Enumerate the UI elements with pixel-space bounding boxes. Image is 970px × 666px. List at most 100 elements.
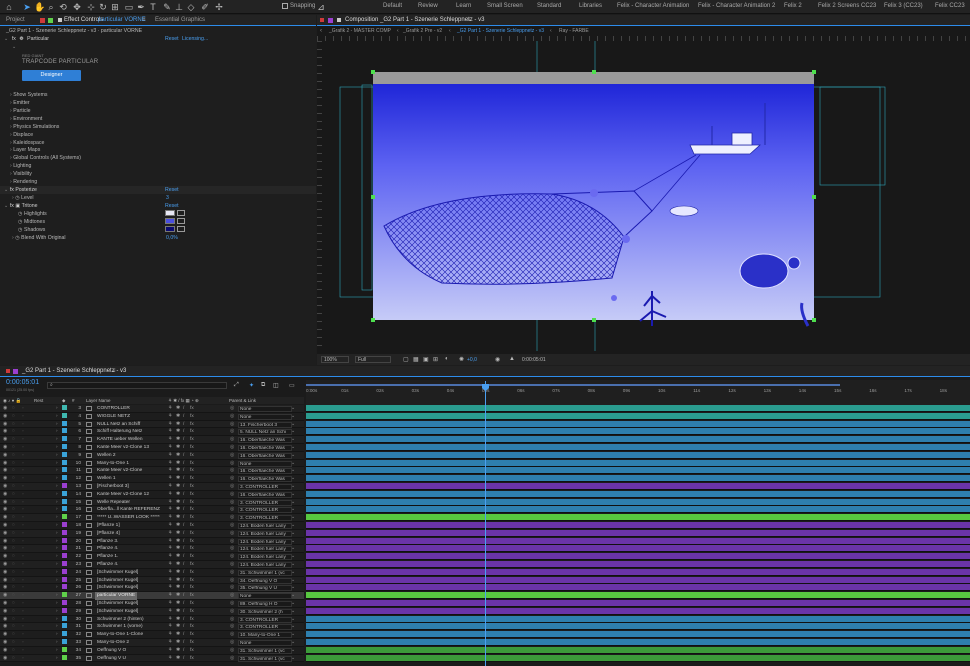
quality-switch-icon[interactable]: /	[183, 522, 184, 530]
label-color-chip[interactable]	[62, 529, 67, 535]
quality-switch-icon[interactable]: /	[183, 506, 184, 514]
solo-toggle[interactable]: ○	[12, 460, 15, 468]
layer-duration-bar[interactable]	[306, 459, 970, 467]
fx-switch[interactable]: fx	[190, 647, 194, 655]
quality-switch-icon[interactable]: /	[183, 467, 184, 475]
layer-name[interactable]: Welle Repeater	[95, 499, 132, 507]
fx-switch[interactable]: fx	[190, 623, 194, 631]
lock-toggle[interactable]: ▫	[22, 545, 24, 553]
pickwhip-icon[interactable]: ◎	[230, 428, 234, 436]
tab-essential-graphics[interactable]: Essential Graphics	[155, 17, 205, 23]
eraser-tool-icon[interactable]: ◇	[186, 2, 196, 12]
layer-name[interactable]: Kante Meer v2-Clone 13	[95, 444, 151, 452]
collapse-switch-icon[interactable]: ✱	[176, 569, 180, 577]
shy-switch-icon[interactable]: ⚘	[168, 467, 172, 475]
group-emitter[interactable]: › Emitter	[10, 99, 30, 107]
pickwhip-icon[interactable]: ◎	[230, 499, 234, 507]
fx-switch[interactable]: fx	[190, 553, 194, 561]
lock-toggle[interactable]: ▫	[22, 514, 24, 522]
layer-row[interactable]: ◉ ○ ▫ › 6 Schiff Halterung Netz ⚘ ✱ / fx ◎ 5. NULL …	[0, 428, 304, 437]
solo-toggle[interactable]: ○	[12, 584, 15, 592]
workspace-small-screen[interactable]: Small Screen	[487, 3, 523, 9]
visibility-eye-icon[interactable]: ◉	[3, 405, 7, 413]
chevron-down-icon[interactable]: ⌄	[291, 623, 295, 631]
fx-switch[interactable]: fx	[190, 608, 194, 616]
parent-select[interactable]: None	[238, 640, 292, 646]
expand-triangle-icon[interactable]: ›	[56, 413, 58, 421]
chevron-down-icon[interactable]: ⌄	[291, 639, 295, 647]
layer-row[interactable]: ◉ ○ ▫ › 11 Kante Meer v2-Clone ⚘ ✱ / fx ◎ 16. Oberf…	[0, 467, 304, 476]
label-color-chip[interactable]	[62, 568, 67, 574]
quality-switch-icon[interactable]: /	[183, 592, 184, 600]
layer-duration-bar[interactable]	[306, 568, 970, 576]
expand-triangle-icon[interactable]: ›	[56, 514, 58, 522]
fx-switch[interactable]: fx	[190, 639, 194, 647]
layer-row[interactable]: ◉ ○ ▫ › 19 [Pflanze 4] ⚘ ✱ / fx ◎ 124. Boden fuer L…	[0, 529, 304, 538]
layer-duration-bar[interactable]	[306, 498, 970, 506]
pickwhip-icon[interactable]: ◎	[230, 467, 234, 475]
lock-toggle[interactable]: ▫	[22, 584, 24, 592]
pickwhip-icon[interactable]: ◎	[230, 491, 234, 499]
layer-duration-bar[interactable]	[306, 529, 970, 537]
layer-name[interactable]: [Pflanze 1]	[95, 522, 122, 530]
chevron-down-icon[interactable]: ⌄	[291, 538, 295, 546]
visibility-eye-icon[interactable]: ◉	[3, 538, 7, 546]
collapse-switch-icon[interactable]: ✱	[176, 647, 180, 655]
mask-visibility-icon[interactable]: ▣	[423, 356, 429, 363]
puppet-tool-icon[interactable]: ✢	[214, 2, 224, 12]
pickwhip-icon[interactable]: ◎	[230, 616, 234, 624]
label-color-chip[interactable]	[62, 483, 67, 488]
chevron-down-icon[interactable]: ⌄	[291, 545, 295, 553]
layer-duration-bar[interactable]	[306, 623, 970, 631]
parent-select[interactable]: 10. Many-to-One 1	[238, 632, 292, 639]
lock-toggle[interactable]: ▫	[22, 569, 24, 577]
expand-triangle-icon[interactable]: ›	[56, 616, 58, 624]
label-color-chip[interactable]	[62, 561, 67, 566]
workspace-felix-2[interactable]: Felix 2	[784, 3, 802, 9]
lock-icon[interactable]	[337, 18, 341, 22]
parent-select[interactable]: 31. Schwimmer 1 (vc	[238, 569, 292, 576]
layer-row[interactable]: ◉ ○ ▫ › 26 [Schwimmer Kugel] ⚘ ✱ / fx ◎ 35. Oeffnun…	[0, 584, 304, 593]
lock-toggle[interactable]: ▫	[22, 467, 24, 475]
quality-switch-icon[interactable]: /	[183, 538, 184, 546]
lock-toggle[interactable]: ▫	[22, 647, 24, 655]
solo-toggle[interactable]: ○	[12, 421, 15, 429]
panel-menu-icon[interactable]: ≡	[467, 17, 471, 23]
collapse-switch-icon[interactable]: ✱	[176, 561, 180, 569]
highlights-color-swatch[interactable]	[165, 210, 175, 216]
rest-column-header[interactable]: Rest	[34, 397, 43, 404]
breadcrumb-current[interactable]: _G2 Part 1 - Szenerie Schleppnetz - v3	[457, 28, 544, 34]
quality-switch-icon[interactable]: /	[183, 405, 184, 413]
parent-select[interactable]: None	[238, 593, 292, 600]
quality-switch-icon[interactable]: /	[183, 545, 184, 553]
exposure-icon[interactable]: ✺	[459, 356, 464, 363]
chevron-down-icon[interactable]: ⌄	[291, 608, 295, 616]
fx-switch[interactable]: fx	[190, 538, 194, 546]
parent-select[interactable]: None	[238, 406, 292, 412]
timeline-timecode[interactable]: 0:00:05:01	[6, 379, 39, 386]
home-icon[interactable]: ⌂	[4, 2, 14, 12]
collapse-switch-icon[interactable]: ✱	[176, 608, 180, 616]
layer-name[interactable]: Kante Meer v2-Clone 12	[95, 491, 151, 499]
close-icon[interactable]	[40, 18, 45, 23]
lock-toggle[interactable]: ▫	[22, 499, 24, 507]
shy-switch-icon[interactable]: ⚘	[168, 421, 172, 429]
pickwhip-icon[interactable]: ◎	[230, 561, 234, 569]
expand-triangle-icon[interactable]: ›	[56, 506, 58, 514]
chevron-down-icon[interactable]: ⌄	[291, 522, 295, 530]
layer-row[interactable]: ◉ ○ ▫ › 4 WIGGLE NETZ ⚘ ✱ / fx ◎ None ⌄	[0, 412, 304, 421]
parent-select[interactable]: 31. Schwimmer 1 (vc	[238, 655, 292, 662]
fx-switch[interactable]: fx	[190, 655, 194, 663]
pan-behind-tool-icon[interactable]: ⊞	[110, 2, 120, 12]
shy-switch-icon[interactable]: ⚘	[168, 491, 172, 499]
expand-triangle-icon[interactable]: ›	[56, 491, 58, 499]
collapse-switch-icon[interactable]: ✱	[176, 499, 180, 507]
parent-select[interactable]: 124. Boden fuer Lany	[238, 523, 292, 529]
collapse-switch-icon[interactable]: ✱	[176, 475, 180, 483]
layer-row[interactable]: ◉ ○ ▫ › 16 Oberfla...ll Kante REFERENZ ⚘ ✱ / fx ◎ 3…	[0, 506, 304, 515]
fx-switch[interactable]: fx	[190, 616, 194, 624]
layer-row[interactable]: ◉ ○ ▫ › 3 CONTROLLER ⚘ ✱ / fx ◎ None ⌄	[0, 405, 304, 413]
label-color-chip[interactable]	[62, 654, 67, 660]
solo-toggle[interactable]: ○	[12, 444, 15, 452]
track-tool-icon[interactable]: ⊹	[86, 2, 96, 12]
